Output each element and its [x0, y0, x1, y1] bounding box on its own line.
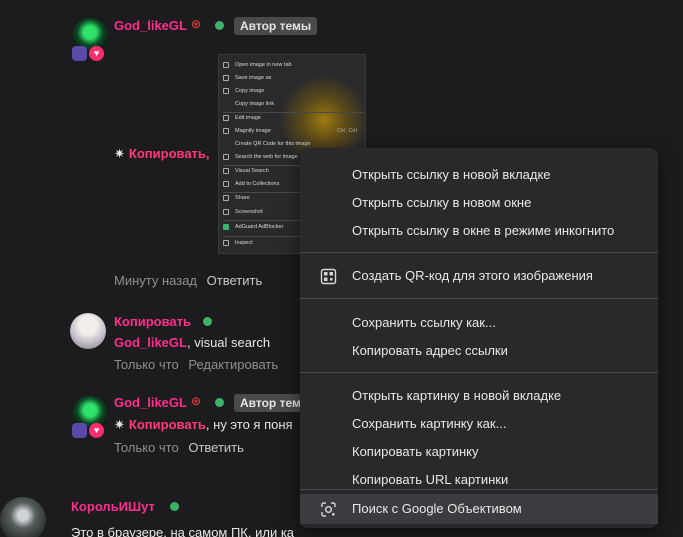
online-indicator: [215, 398, 224, 407]
comment-body: ✷ Копировать, ну это я поня: [114, 417, 293, 432]
google-lens-icon: [321, 502, 336, 517]
online-indicator: [170, 502, 179, 511]
menu-create-qr[interactable]: Создать QR-код для этого изображения: [300, 262, 658, 290]
timestamp: Минуту назад: [114, 273, 198, 288]
comment-body: Это в браузере, на самом ПК, или ка: [71, 525, 295, 537]
embedded-menu-item: Save image as: [223, 72, 363, 85]
menu-open-link-incognito[interactable]: Открыть ссылку в окне в режиме инкогнито: [300, 217, 658, 245]
mention-link[interactable]: God_likeGL: [114, 335, 187, 350]
mention-link[interactable]: Копировать: [129, 146, 206, 161]
badge-icon: [72, 46, 87, 61]
menu-separator: [300, 298, 658, 299]
embedded-menu-item: Magnify image Ctrl, Ctrl: [223, 125, 363, 138]
heart-icon: ♥: [89, 46, 104, 61]
comment-body: ✷ Копировать,: [114, 146, 210, 161]
menu-google-lens-search[interactable]: Поиск с Google Объективом: [300, 494, 658, 524]
username[interactable]: Копировать: [114, 314, 191, 329]
menu-open-link-new-tab[interactable]: Открыть ссылку в новой вкладке: [300, 161, 658, 189]
reply-button[interactable]: Ответить: [207, 273, 263, 288]
context-menu: Открыть ссылку в новой вкладке Открыть с…: [300, 148, 658, 528]
emblem-icon: ⊛: [191, 394, 202, 408]
embedded-menu-item: Edit image: [223, 112, 363, 125]
menu-copy-link-address[interactable]: Копировать адрес ссылки: [300, 337, 658, 365]
menu-separator: [300, 489, 658, 490]
embedded-menu-item: Copy image link: [235, 101, 275, 107]
menu-open-link-new-window[interactable]: Открыть ссылку в новом окне: [300, 189, 658, 217]
avatar[interactable]: [70, 313, 106, 349]
online-indicator: [203, 317, 212, 326]
comment-meta: Только что Ответить: [114, 440, 244, 455]
menu-open-image-new-tab[interactable]: Открыть картинку в новой вкладке: [300, 382, 658, 410]
timestamp: Только что: [114, 440, 179, 455]
badge-icon: [72, 423, 87, 438]
comment-meta: Минуту назад Ответить: [114, 273, 262, 288]
embedded-menu-item: Open image in new tab: [223, 59, 363, 72]
menu-save-link-as[interactable]: Сохранить ссылку как...: [300, 309, 658, 337]
comment-meta: Только что Редактировать: [114, 357, 278, 372]
heart-icon: ♥: [89, 423, 104, 438]
menu-save-image-as[interactable]: Сохранить картинку как...: [300, 410, 658, 438]
author-tag: Автор темы: [234, 17, 318, 35]
online-indicator: [215, 21, 224, 30]
star-icon: ✷: [114, 417, 125, 432]
username[interactable]: God_likeGL: [114, 395, 187, 410]
username[interactable]: God_likeGL: [114, 18, 187, 33]
comment-body: God_likeGL, visual search: [114, 335, 271, 350]
avatar[interactable]: [0, 497, 46, 537]
menu-separator: [300, 252, 658, 253]
edit-button[interactable]: Редактировать: [188, 357, 278, 372]
timestamp: Только что: [114, 357, 179, 372]
mention-link[interactable]: Копировать: [129, 417, 206, 432]
menu-separator: [300, 372, 658, 373]
reply-button[interactable]: Ответить: [188, 440, 244, 455]
emblem-icon: ⊛: [191, 17, 202, 31]
menu-copy-image[interactable]: Копировать картинку: [300, 438, 658, 466]
qr-code-icon: [320, 268, 337, 285]
star-icon: ✷: [114, 146, 125, 161]
username[interactable]: КорольИШут: [71, 499, 155, 514]
embedded-menu-item: Copy image: [223, 85, 363, 98]
